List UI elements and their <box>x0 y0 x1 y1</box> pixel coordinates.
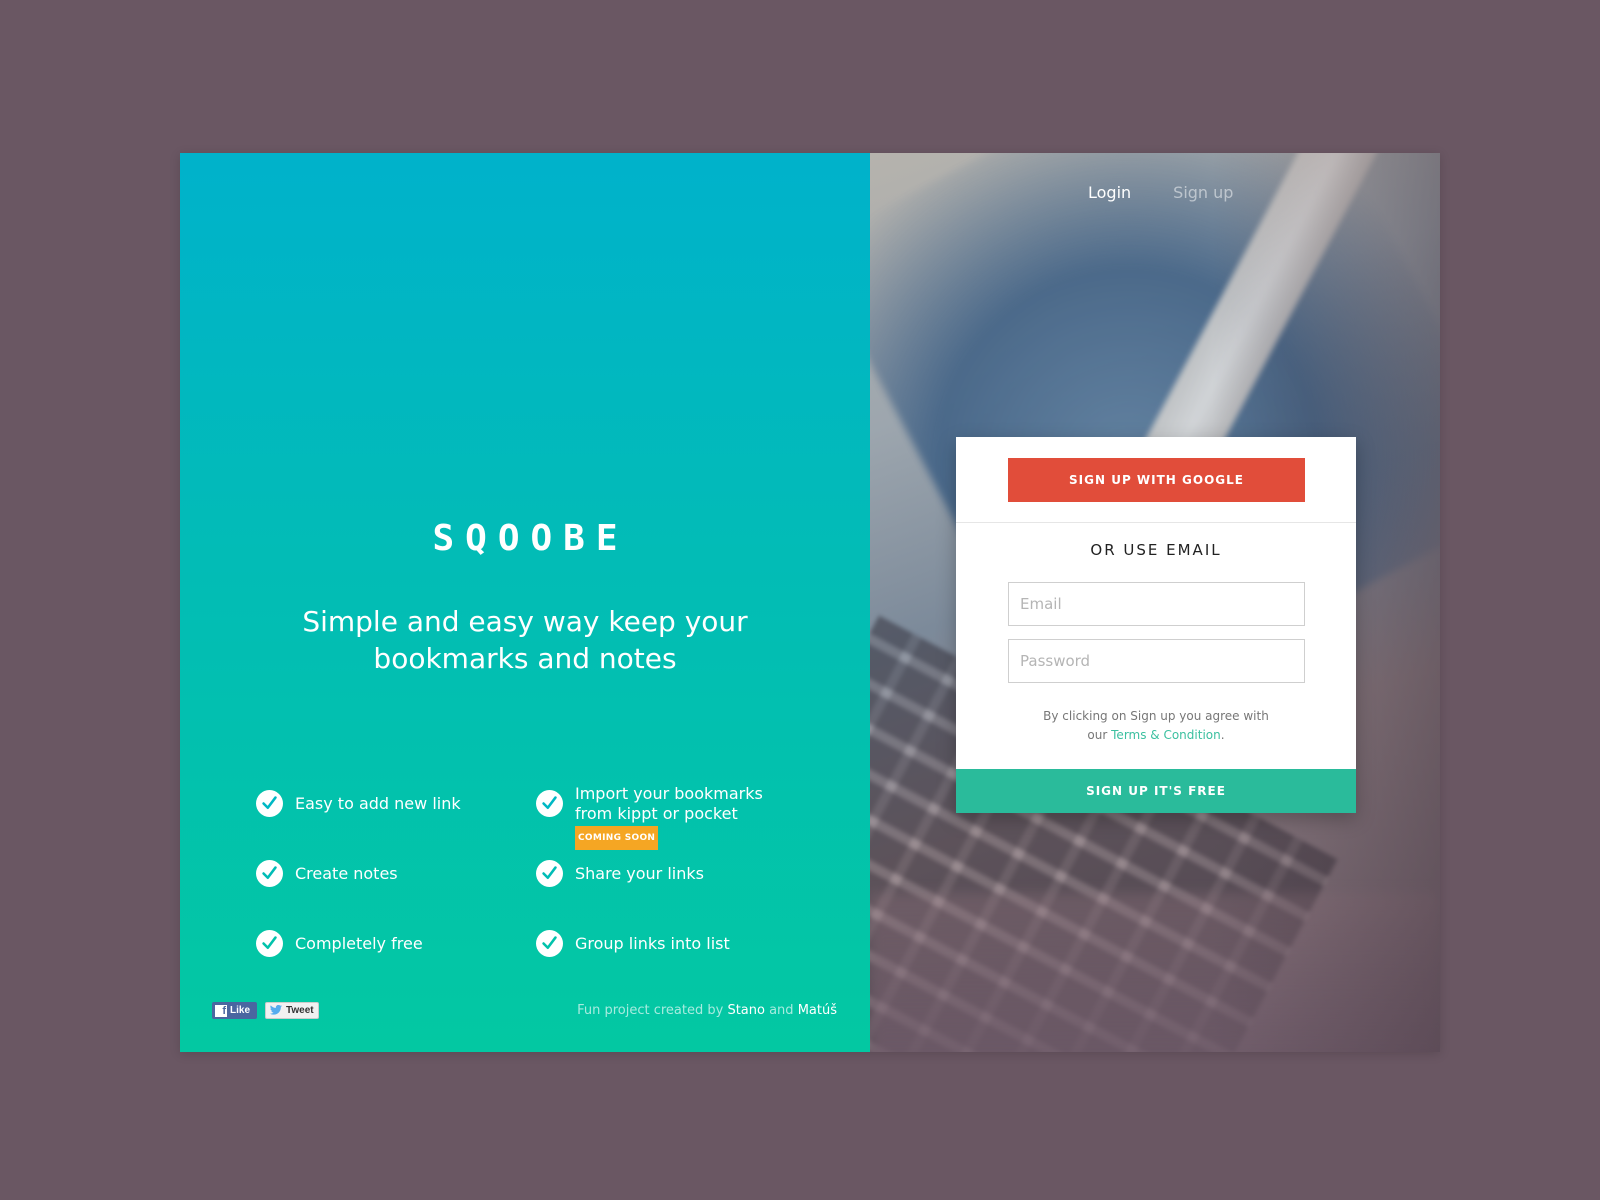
feature-label: Easy to add new link <box>295 794 461 813</box>
tweet-label: Tweet <box>286 1005 314 1016</box>
password-field[interactable] <box>1008 639 1305 683</box>
auth-panel: Login Sign up SIGN UP WITH GOOGLE OR USE… <box>870 153 1440 1052</box>
check-circle-icon <box>256 860 283 887</box>
credits-prefix: Fun project created by <box>577 1003 724 1018</box>
feature-label-line-2: from kippt or pocket <box>575 804 738 823</box>
feature-item: Import your bookmarks from kippt or pock… <box>536 784 763 850</box>
twitter-bird-icon <box>269 1005 283 1015</box>
tagline-line-1: Simple and easy way keep your <box>302 605 748 638</box>
check-circle-icon <box>256 930 283 957</box>
credits: Fun project created by Stano and Matúš <box>577 1003 837 1018</box>
signup-free-button[interactable]: SIGN UP IT'S FREE <box>956 769 1356 813</box>
feature-item: Create notes <box>256 860 398 887</box>
terms-link[interactable]: Terms & Condition <box>1111 728 1221 742</box>
terms-line-2: our Terms & Condition. <box>956 726 1356 745</box>
logo[interactable]: SQOOBE <box>180 518 870 559</box>
email-field[interactable] <box>1008 582 1305 626</box>
top-nav: Login Sign up <box>870 183 1440 202</box>
feature-label-line-1: Import your bookmarks <box>575 784 763 803</box>
credits-conjunction: and <box>769 1003 794 1018</box>
google-signup-button[interactable]: SIGN UP WITH GOOGLE <box>1008 458 1305 502</box>
feature-label: Group links into list <box>575 934 730 953</box>
nav-signup-link[interactable]: Sign up <box>1173 183 1233 202</box>
feature-label: Completely free <box>295 934 423 953</box>
divider <box>956 522 1356 523</box>
app-frame: SQOOBE Simple and easy way keep your boo… <box>180 153 1440 1052</box>
terms-suffix: . <box>1220 728 1225 742</box>
tagline-line-2: bookmarks and notes <box>373 642 677 675</box>
author-link-stano[interactable]: Stano <box>727 1003 765 1018</box>
check-circle-icon <box>256 790 283 817</box>
tagline: Simple and easy way keep your bookmarks … <box>180 603 870 677</box>
feature-label: Share your links <box>575 864 704 883</box>
feature-label: Create notes <box>295 864 398 883</box>
social-buttons: f Like Tweet <box>212 1002 319 1019</box>
check-circle-icon <box>536 860 563 887</box>
or-use-email-heading: OR USE EMAIL <box>1090 541 1222 559</box>
facebook-icon: f <box>215 1004 227 1017</box>
terms-prefix: our <box>1087 728 1108 742</box>
check-circle-icon <box>536 930 563 957</box>
like-label: Like <box>230 1005 251 1016</box>
hero-panel: SQOOBE Simple and easy way keep your boo… <box>180 153 870 1052</box>
tweet-button[interactable]: Tweet <box>265 1002 319 1019</box>
coming-soon-badge: COMING SOON <box>575 826 659 850</box>
facebook-like-button[interactable]: f Like <box>212 1002 257 1019</box>
feature-item: Share your links <box>536 860 704 887</box>
author-link-matus[interactable]: Matúš <box>798 1003 837 1018</box>
nav-login-link[interactable]: Login <box>1088 183 1131 202</box>
feature-label: Import your bookmarks from kippt or pock… <box>575 784 763 850</box>
terms-notice: By clicking on Sign up you agree with ou… <box>956 707 1356 745</box>
feature-item: Completely free <box>256 930 423 957</box>
terms-line-1: By clicking on Sign up you agree with <box>1043 709 1269 723</box>
feature-item: Group links into list <box>536 930 730 957</box>
feature-item: Easy to add new link <box>256 790 461 817</box>
signup-card: SIGN UP WITH GOOGLE OR USE EMAIL By clic… <box>956 437 1356 813</box>
check-circle-icon <box>536 790 563 817</box>
